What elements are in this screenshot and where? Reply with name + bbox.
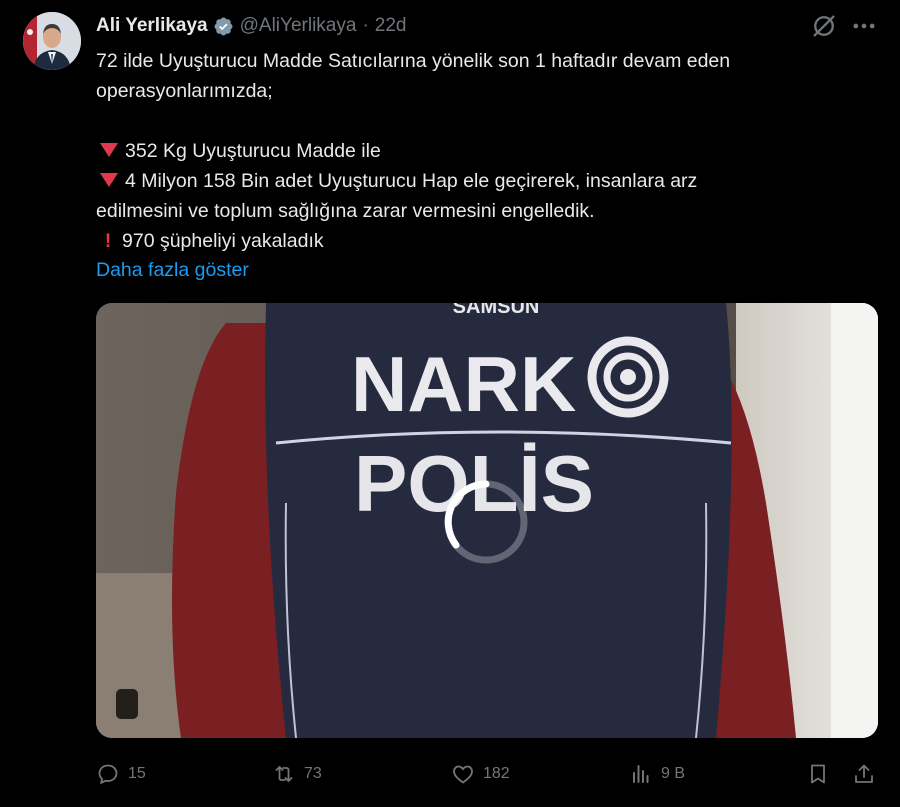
reply-button[interactable]: 15	[96, 757, 146, 791]
tweet-line-item: ! 970 şüpheliyi yakaladık	[96, 226, 876, 256]
bookmark-button[interactable]	[806, 757, 830, 791]
verified-badge-icon[interactable]	[213, 16, 234, 37]
tweet-line-item: 4 Milyon 158 Bin adet Uyuşturucu Hap ele…	[96, 166, 876, 196]
views-icon	[633, 765, 649, 783]
views-count: 9 B	[661, 765, 686, 782]
tweet-line: 72 ilde Uyuşturucu Madde Satıcılarına yö…	[96, 50, 731, 72]
loading-spinner-icon	[444, 480, 528, 564]
video-player[interactable]: SAMSUN NARK POLİS	[96, 303, 878, 738]
tweet-line-item: 352 Kg Uyuşturucu Madde ile	[96, 136, 876, 166]
grok-slash-icon[interactable]	[810, 12, 838, 40]
media-badge	[116, 689, 138, 719]
reply-count: 15	[128, 765, 146, 782]
tweet-line: 4 Milyon 158 Bin adet Uyuşturucu Hap ele…	[125, 170, 698, 192]
vest-logo-text: NARK	[351, 340, 576, 428]
red-triangle-down-icon	[100, 143, 118, 157]
red-triangle-down-icon	[100, 173, 118, 187]
vest-top-text: SAMSUN	[453, 303, 540, 318]
retweet-icon	[275, 766, 293, 782]
retweet-count: 73	[304, 765, 322, 782]
views-button[interactable]: 9 B	[629, 757, 685, 791]
author-name[interactable]: Ali Yerlikaya	[96, 15, 208, 37]
more-icon[interactable]	[850, 12, 878, 40]
action-bar: 15 73 182 9 B	[96, 757, 880, 791]
tweet-time[interactable]: 22d	[375, 15, 407, 37]
bookmark-icon	[811, 764, 825, 784]
tweet-line: edilmesini ve toplum sağlığına zarar ver…	[96, 200, 595, 222]
avatar-image	[23, 12, 81, 70]
share-button[interactable]	[852, 757, 876, 791]
reply-icon	[98, 764, 118, 784]
avatar[interactable]	[23, 12, 81, 70]
tweet-header: Ali Yerlikaya @AliYerlikaya · 22d	[96, 14, 406, 38]
retweet-button[interactable]: 73	[272, 757, 322, 791]
show-more-link[interactable]: Daha fazla göster	[96, 255, 249, 285]
exclamation-icon: !	[104, 230, 112, 252]
tweet-text: 72 ilde Uyuşturucu Madde Satıcılarına yö…	[96, 46, 876, 256]
tweet-line: operasyonlarımızda;	[96, 80, 273, 102]
tweet-line: 352 Kg Uyuşturucu Madde ile	[125, 140, 381, 162]
like-button[interactable]: 182	[451, 757, 510, 791]
tweet[interactable]: Ali Yerlikaya @AliYerlikaya · 22d 72 ild…	[0, 0, 900, 807]
like-icon	[453, 765, 473, 784]
share-icon	[855, 764, 873, 783]
author-handle[interactable]: @AliYerlikaya	[240, 15, 357, 37]
like-count: 182	[483, 765, 510, 782]
header-separator: ·	[362, 15, 369, 36]
tweet-line: 970 şüpheliyi yakaladık	[122, 230, 324, 252]
